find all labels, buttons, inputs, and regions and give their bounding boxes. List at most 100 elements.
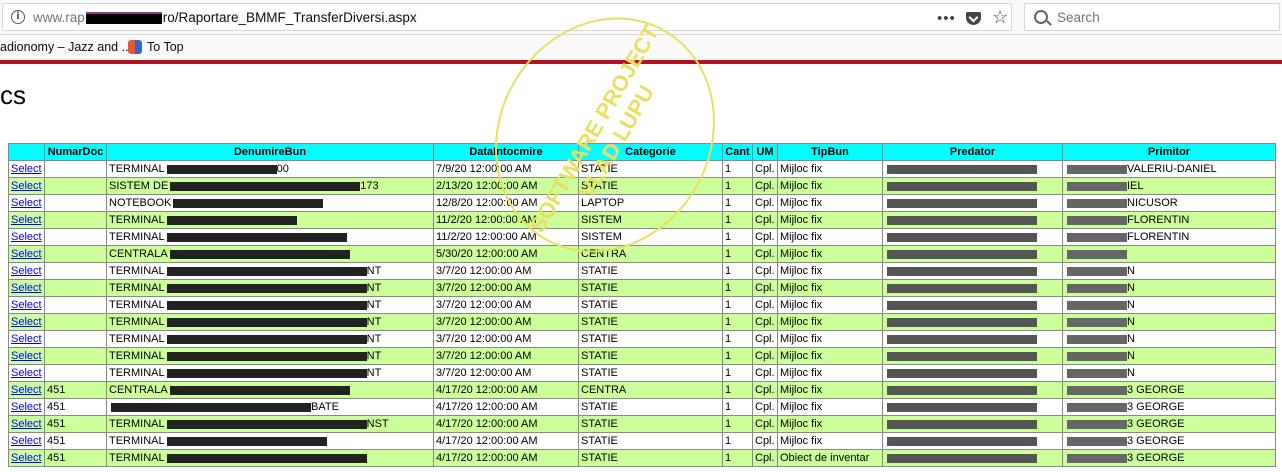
bookmark-star-icon[interactable]: ☆	[992, 7, 1008, 28]
column-header	[8, 143, 45, 161]
select-link[interactable]: Select	[11, 452, 42, 464]
category-cell: STATIE	[578, 347, 723, 365]
primitor-cell: VALERIU-DANIEL	[1062, 160, 1276, 178]
item-name-end: NST	[366, 418, 389, 430]
select-link[interactable]: Select	[11, 180, 42, 192]
pocket-icon[interactable]	[966, 12, 981, 25]
name-cell: TERMINAL NST	[106, 415, 434, 433]
date-value: 3/7/20	[436, 333, 467, 345]
qty-cell: 1	[722, 228, 753, 246]
select-link[interactable]: Select	[11, 333, 42, 345]
select-link[interactable]: Select	[11, 163, 42, 175]
column-header: Cant	[722, 143, 753, 161]
time-value: 12:00:00 AM	[469, 333, 532, 345]
item-name: TERMINAL	[109, 350, 165, 362]
date-value: 4/17/20	[436, 452, 473, 464]
qty-cell: 1	[722, 449, 753, 467]
tip-cell: Mijloc fix	[777, 330, 883, 348]
table-row: Select TERMINAL NT 3/7/20 12:00:00 AM STATIE…	[8, 364, 1276, 382]
category-cell: SISTEM	[578, 228, 723, 246]
table-row: Select SISTEM DE 173 2/13/20 12:00:00 AM STA…	[8, 177, 1276, 195]
date-value: 4/17/20	[436, 384, 473, 396]
name-cell: TERMINAL	[106, 228, 434, 246]
select-link: Select	[8, 262, 45, 280]
name-cell: CENTRALA	[106, 381, 434, 399]
redacted-block	[166, 368, 367, 378]
select-link[interactable]: Select	[11, 418, 42, 430]
predator-cell	[882, 347, 1063, 365]
select-link[interactable]: Select	[11, 265, 42, 277]
time-value: 12:00:00 AM	[475, 248, 538, 260]
select-link: Select	[8, 279, 45, 297]
tip-cell: Mijloc fix	[777, 160, 883, 178]
tip-cell: Mijloc fix	[777, 347, 883, 365]
bookmark-item-to-top[interactable]: To Top	[128, 40, 184, 54]
qty-cell: 1	[722, 211, 753, 229]
name-cell: TERMINAL NT	[106, 330, 434, 348]
redacted-block	[111, 402, 311, 412]
qty-cell: 1	[722, 432, 753, 450]
um-cell: Cpl.	[752, 432, 778, 450]
redacted-block	[887, 266, 1037, 276]
select-link[interactable]: Select	[11, 316, 42, 328]
category-cell: CENTRA	[578, 381, 723, 399]
doc-cell	[44, 279, 107, 297]
select-link: Select	[8, 194, 45, 212]
url-redaction	[85, 12, 162, 25]
page-title: cs	[0, 80, 26, 110]
primitor-cell: 3 GEORGE	[1062, 449, 1276, 467]
select-link[interactable]: Select	[11, 367, 42, 379]
primitor-cell: IEL	[1062, 177, 1276, 195]
tip-cell: Mijloc fix	[777, 228, 883, 246]
date-value: 3/7/20	[436, 316, 467, 328]
redacted-block	[173, 198, 324, 208]
select-link[interactable]: Select	[11, 435, 42, 447]
select-link[interactable]: Select	[11, 299, 42, 311]
select-link[interactable]: Select	[11, 231, 42, 243]
select-link[interactable]: Select	[11, 197, 42, 209]
redacted-block	[887, 334, 1037, 344]
column-header: Categorie	[578, 143, 723, 161]
name-cell: NOTEBOOK	[106, 194, 434, 212]
redacted-block	[887, 453, 1037, 463]
select-link[interactable]: Select	[11, 401, 42, 413]
primitor-name: 3 GEORGE	[1127, 452, 1185, 464]
select-link[interactable]: Select	[11, 350, 42, 362]
address-bar[interactable]: i www.rap ro/Raportare_BMMF_TransferDiver…	[2, 3, 1012, 31]
um-cell: Cpl.	[752, 347, 778, 365]
date-cell: 3/7/20 12:00:00 AM	[433, 330, 579, 348]
search-input[interactable]: Search	[1024, 3, 1280, 31]
info-icon[interactable]: i	[11, 10, 25, 24]
table-row: Select 451 TERMINAL 4/17/20 12:00:00 AM STAT…	[8, 449, 1276, 467]
bookmark-label: To Top	[147, 40, 184, 54]
bookmark-item-radionomy[interactable]: adionomy – Jazz and ...	[0, 40, 132, 54]
um-cell: Cpl.	[752, 228, 778, 246]
select-link[interactable]: Select	[11, 214, 42, 226]
redacted-block	[169, 385, 350, 395]
date-cell: 3/7/20 12:00:00 AM	[433, 262, 579, 280]
item-name-end: NT	[366, 316, 382, 328]
doc-cell	[44, 364, 107, 382]
table-row: Select TERMINAL NT 3/7/20 12:00:00 AM STATIE…	[8, 330, 1276, 348]
select-link: Select	[8, 398, 45, 416]
column-header: TipBun	[777, 143, 883, 161]
date-cell: 3/7/20 12:00:00 AM	[433, 279, 579, 297]
select-link[interactable]: Select	[11, 282, 42, 294]
select-link[interactable]: Select	[11, 248, 42, 260]
primitor-name: N	[1127, 316, 1135, 328]
item-name-end: NT	[366, 265, 382, 277]
time-value: 12:00:00 AM	[475, 401, 538, 413]
primitor-cell: NICUSOR	[1062, 194, 1276, 212]
tip-cell: Mijloc fix	[777, 415, 883, 433]
select-link: Select	[8, 347, 45, 365]
item-name-end: BATE	[311, 401, 339, 413]
name-cell: TERMINAL NT	[106, 296, 434, 314]
name-cell: CENTRALA	[106, 245, 434, 263]
primitor-name: N	[1127, 299, 1135, 311]
primitor-name: FLORENTIN	[1127, 231, 1190, 243]
redacted-block	[887, 249, 1037, 259]
page-actions-icon[interactable]: •••	[937, 10, 956, 27]
redacted-block	[887, 198, 1037, 208]
select-link[interactable]: Select	[11, 384, 42, 396]
time-value: 12:00:00 AM	[475, 384, 538, 396]
